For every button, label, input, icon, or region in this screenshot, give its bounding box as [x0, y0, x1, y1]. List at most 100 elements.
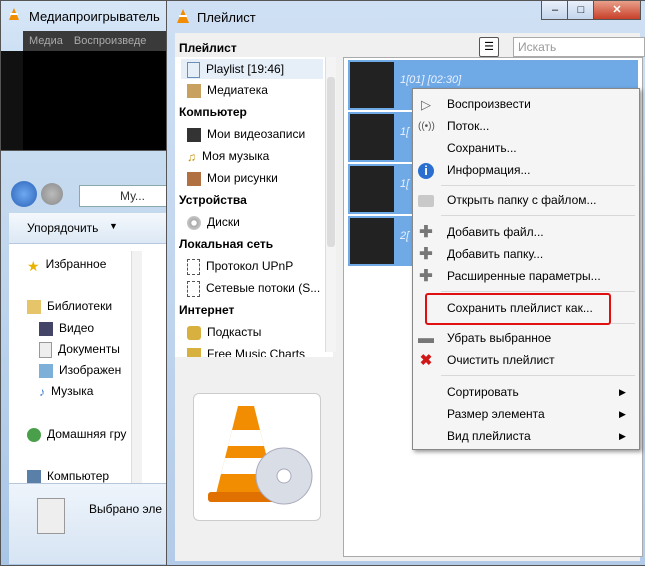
image-icon — [187, 171, 201, 186]
music-icon: ♪ — [39, 384, 45, 399]
explorer-scrollbar[interactable] — [131, 251, 142, 491]
tree-item-playlist[interactable]: Playlist [19:46] — [181, 59, 323, 79]
plus-icon: ✚ — [419, 268, 433, 285]
info-icon: i — [418, 163, 434, 179]
tree-header-internet: Интернет — [179, 303, 235, 317]
tree-item-network-streams[interactable]: Сетевые потоки (S... — [187, 281, 320, 297]
menu-playback[interactable]: Воспроизведе — [74, 35, 146, 47]
library-icon — [27, 299, 41, 314]
nav-label: Документы — [58, 342, 120, 357]
nav-label: Компьютер — [47, 469, 110, 483]
menu-label: Расширенные параметры... — [447, 269, 601, 283]
disc-icon — [187, 215, 201, 230]
tree-label: Мои видеозаписи — [207, 127, 306, 141]
menu-label: Воспроизвести — [447, 97, 531, 111]
track-label: 1[ — [400, 126, 410, 138]
scrollbar-thumb[interactable] — [327, 77, 335, 247]
play-icon: ▷ — [421, 97, 431, 112]
menu-label: Убрать выбранное — [447, 331, 552, 345]
maximize-button[interactable]: □ — [567, 1, 595, 20]
address-bar[interactable]: Му... — [79, 185, 171, 207]
plus-icon: ✚ — [419, 224, 433, 241]
nav-documents[interactable]: Документы — [39, 342, 120, 358]
tree-item-my-pictures[interactable]: Мои рисунки — [187, 171, 278, 186]
tree-item-free-music-charts[interactable]: Free Music Charts — [187, 347, 305, 357]
nav-label: Избранное — [45, 257, 107, 271]
track-label: 1[ — [400, 178, 410, 190]
podcast-icon — [187, 325, 201, 340]
menu-save[interactable]: Сохранить... — [447, 141, 517, 155]
film-icon — [187, 127, 201, 142]
network-icon — [187, 259, 200, 275]
track-label: 2[ — [400, 230, 410, 242]
tree-label: Free Music Charts — [207, 347, 306, 357]
menu-add-file[interactable]: Добавить файл... — [447, 225, 544, 239]
star-icon: ★ — [27, 257, 40, 274]
sidebar-tree: Плейлист Playlist [19:46] Медиатека Комп… — [175, 41, 333, 357]
tree-scrollbar[interactable] — [325, 57, 336, 352]
menu-remove-selected[interactable]: Убрать выбранное — [447, 331, 551, 345]
close-button[interactable]: ✕ — [593, 1, 641, 20]
tree-label: Сетевые потоки (S... — [206, 281, 321, 296]
menu-sort[interactable]: Сортировать — [447, 385, 519, 399]
forward-button[interactable] — [41, 183, 63, 205]
menu-separator — [441, 215, 635, 216]
nav-video[interactable]: Видео — [39, 321, 94, 336]
desktop-strip — [1, 51, 23, 159]
document-icon — [39, 342, 52, 358]
nav-libraries[interactable]: Библиотеки — [27, 299, 112, 314]
tree-item-my-music[interactable]: ♫ Моя музыка — [187, 149, 269, 164]
menu-label: Сохранить... — [447, 141, 517, 155]
tree-header-playlist: Плейлист — [179, 41, 237, 55]
tree-item-my-videos[interactable]: Мои видеозаписи — [187, 127, 305, 142]
tree-item-media-library[interactable]: Медиатека — [187, 83, 268, 98]
explorer-window: Му... Упорядочить ▼ ★ Избранное Библиотек… — [0, 150, 174, 566]
computer-icon — [27, 469, 41, 484]
album-art — [350, 62, 394, 108]
track-label: 1[01] [02:30] — [400, 74, 462, 86]
search-input[interactable]: Искать — [513, 37, 645, 57]
list-view-icon[interactable]: ☰ — [479, 37, 499, 57]
nav-label: Изображен — [59, 363, 122, 377]
tree-item-podcasts[interactable]: Подкасты — [187, 325, 261, 340]
tree-label: Диски — [207, 215, 240, 229]
nav-favorites[interactable]: ★ Избранное — [27, 257, 107, 274]
tree-item-upnp[interactable]: Протокол UPnP — [187, 259, 293, 275]
menu-label: Размер элемента — [447, 407, 545, 421]
nav-computer[interactable]: Компьютер — [27, 469, 109, 484]
minimize-button[interactable]: – — [541, 1, 569, 20]
file-icon — [37, 498, 65, 534]
menu-media[interactable]: Медиа — [29, 35, 63, 47]
menu-open-folder[interactable]: Открыть папку с файлом... — [447, 193, 597, 207]
menu-add-folder[interactable]: Добавить папку... — [447, 247, 543, 261]
chevron-down-icon: ▼ — [109, 221, 118, 231]
tree-item-discs[interactable]: Диски — [187, 215, 240, 230]
album-art — [350, 166, 394, 212]
menu-clear-playlist[interactable]: Очистить плейлист — [447, 353, 555, 367]
album-art — [350, 218, 394, 264]
vlc-cone-icon — [7, 7, 21, 21]
menu-playlist-view[interactable]: Вид плейлиста — [447, 429, 531, 443]
menu-stream[interactable]: Поток... — [447, 119, 489, 133]
menu-bar: Медиа Воспроизведе — [23, 31, 175, 51]
menu-separator — [441, 185, 635, 186]
nav-homegroup[interactable]: Домашняя гру — [27, 427, 126, 442]
nav-images[interactable]: Изображен — [39, 363, 121, 378]
nav-music[interactable]: ♪ Музыка — [39, 384, 93, 399]
menu-play[interactable]: Воспроизвести — [447, 97, 531, 111]
back-button[interactable] — [11, 181, 37, 207]
menu-label: Добавить папку... — [447, 247, 544, 261]
menu-item-size[interactable]: Размер элемента — [447, 407, 545, 421]
tree-label: Подкасты — [207, 325, 262, 339]
menu-label: Вид плейлиста — [447, 429, 531, 443]
status-text: Выбрано эле — [89, 502, 163, 516]
library-icon — [187, 83, 201, 98]
nav-label: Музыка — [51, 384, 94, 398]
menu-separator — [441, 375, 635, 376]
window-title: Медиапроигрыватель — [29, 9, 160, 24]
menu-info[interactable]: Информация... — [447, 163, 530, 177]
organize-button[interactable]: Упорядочить — [27, 221, 98, 235]
menu-advanced[interactable]: Расширенные параметры... — [447, 269, 601, 283]
folder-icon — [418, 195, 434, 207]
details-pane: Выбрано эле — [9, 483, 173, 564]
